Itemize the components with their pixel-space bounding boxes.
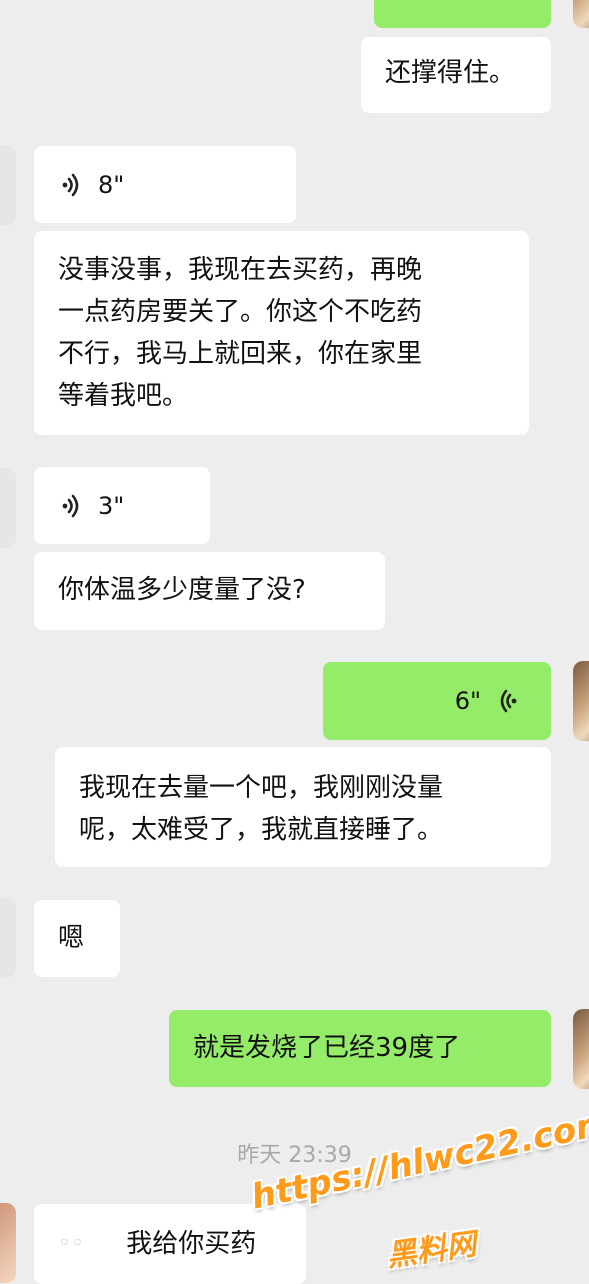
message-line: 一点药房要关了。你这个不吃药 — [58, 297, 423, 327]
message-line: 不行，我马上就回来，你在家里 — [58, 339, 423, 369]
message-line: 我现在去量一个吧，我刚刚没量 — [79, 773, 444, 803]
incoming-text-bubble[interactable]: 没事没事，我现在去买药，再晚 一点药房要关了。你这个不吃药 不行，我马上就回来，… — [34, 231, 529, 435]
voice-wave-icon — [62, 173, 79, 196]
voice-duration: 6" — [454, 687, 481, 715]
voice-wave-icon: ◦◦ — [58, 1231, 84, 1256]
outgoing-voice-bubble[interactable]: 6" — [323, 662, 551, 740]
message-text: 嗯 — [58, 923, 85, 953]
voice-duration: 8" — [98, 170, 125, 199]
incoming-voice-bubble[interactable]: 8" — [34, 146, 296, 223]
avatar-right[interactable] — [573, 0, 589, 28]
watermark-name: 黑料网 — [384, 1226, 479, 1275]
message-text: 你体温多少度量了没? — [58, 575, 306, 605]
avatar-left[interactable] — [0, 468, 16, 548]
incoming-text-bubble[interactable]: 嗯 — [34, 900, 120, 977]
message-text: 我给你买药 — [126, 1229, 257, 1259]
message-line: 呢，太难受了，我就直接睡了。 — [79, 815, 444, 845]
avatar-left[interactable] — [0, 1203, 16, 1283]
voice-wave-icon — [62, 494, 79, 517]
incoming-text-bubble[interactable]: 你体温多少度量了没? — [34, 552, 385, 630]
outgoing-bubble-partial[interactable] — [374, 0, 551, 28]
message-text: 还撑得住。 — [385, 58, 516, 88]
voice-wave-icon — [500, 689, 517, 713]
voice-duration: 3" — [98, 491, 125, 520]
message-text: 就是发烧了已经39度了 — [193, 1033, 461, 1063]
message-line: 没事没事，我现在去买药，再晚 — [58, 255, 423, 285]
incoming-voice-bubble[interactable]: 3" — [34, 467, 210, 544]
avatar-left[interactable] — [0, 145, 16, 225]
incoming-voice-text-bubble[interactable]: ◦◦ 我给你买药 — [34, 1204, 306, 1284]
outgoing-text-bubble[interactable]: 就是发烧了已经39度了 — [169, 1010, 551, 1087]
avatar-right[interactable] — [573, 661, 589, 741]
outgoing-text-bubble[interactable]: 我现在去量一个吧，我刚刚没量 呢，太难受了，我就直接睡了。 — [55, 747, 551, 867]
avatar-left[interactable] — [0, 898, 16, 978]
outgoing-text-bubble[interactable]: 还撑得住。 — [361, 37, 551, 113]
avatar-right[interactable] — [573, 1009, 589, 1089]
message-line: 等着我吧。 — [58, 381, 189, 411]
